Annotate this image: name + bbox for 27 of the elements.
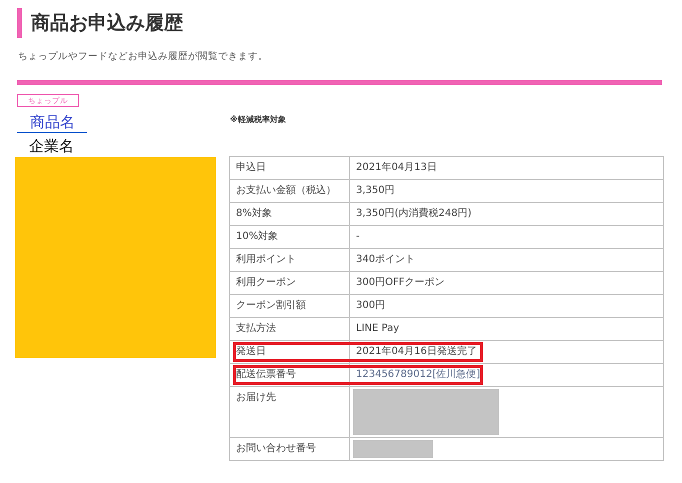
row-label: クーポン割引額: [230, 295, 350, 317]
row-label: お支払い金額（税込）: [230, 180, 350, 202]
page-title: 商品お申込み履歴: [17, 8, 183, 38]
row-label: 10%対象: [230, 226, 350, 248]
row-label: 配送伝票番号: [230, 364, 350, 386]
row-value: 2021年04月13日: [355, 161, 438, 175]
company-name: 企業名: [29, 136, 75, 156]
row-label: 利用ポイント: [230, 249, 350, 271]
row-label: 利用クーポン: [230, 272, 350, 294]
row-label: お問い合わせ番号: [230, 438, 350, 460]
row-value: 2021年04月16日発送完了: [355, 344, 478, 359]
row-label: 発送日: [230, 341, 350, 363]
row-label: 8%対象: [230, 203, 350, 225]
row-value: 3,350円(内消費税248円): [355, 206, 473, 221]
row-label: 支払方法: [230, 318, 350, 340]
row-value: 300円: [355, 299, 386, 313]
row-value: LINE Pay: [355, 322, 400, 336]
row-label: 申込日: [230, 157, 350, 179]
product-name-link[interactable]: 商品名: [17, 111, 87, 133]
row-value: 300円OFFクーポン: [355, 276, 446, 290]
row-value: 3,350円: [355, 184, 396, 198]
row-value: -: [355, 230, 361, 244]
row-value: 340ポイント: [355, 253, 416, 267]
tax-note: ※軽減税率対象: [230, 114, 287, 125]
page-subtitle: ちょっプルやフードなどお申込み履歴が閲覧できます。: [18, 50, 269, 63]
tracking-link[interactable]: 123456789012[佐川急便]: [356, 369, 480, 380]
row-label: お届け先: [230, 387, 350, 437]
